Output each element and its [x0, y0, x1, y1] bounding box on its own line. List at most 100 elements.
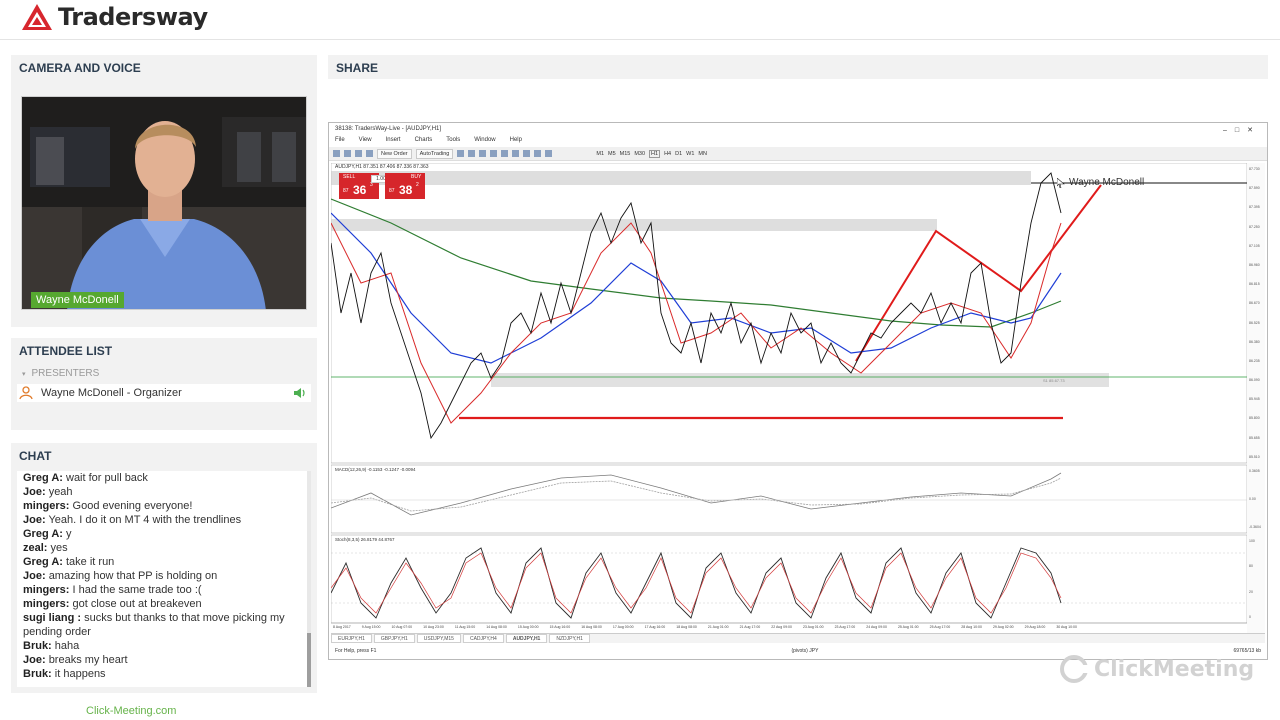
- time-tick: 29 Aug 02:00: [992, 625, 1014, 629]
- navigator-icon[interactable]: [366, 150, 373, 157]
- menu-view[interactable]: View: [359, 137, 372, 147]
- timeframe-h4[interactable]: H4: [664, 151, 671, 157]
- chat-author: sugi liang :: [23, 612, 82, 624]
- presenters-group-label: PRESENTERS: [31, 368, 100, 379]
- sell-prefix: 87: [343, 188, 349, 194]
- chat-author: Bruk:: [23, 668, 52, 680]
- chat-author: mingers:: [23, 500, 70, 512]
- new-chart-icon[interactable]: [333, 150, 340, 157]
- time-tick: 21 Aug 01:00: [707, 625, 729, 629]
- chat-author: Greg A:: [23, 528, 63, 540]
- collapse-triangle-icon[interactable]: ▾: [22, 370, 26, 378]
- chat-scrollbar-thumb[interactable]: [307, 633, 311, 687]
- presenter-video[interactable]: Wayne McDonell: [21, 96, 307, 310]
- timeframe-h1[interactable]: H1: [649, 149, 661, 158]
- price-tick: 87.395: [1249, 205, 1260, 210]
- chart-tab[interactable]: EURJPY,H1: [331, 634, 372, 643]
- tradersway-logo[interactable]: Tradersway: [20, 1, 208, 33]
- menu-help[interactable]: Help: [510, 137, 522, 147]
- new-order-button[interactable]: New Order: [377, 148, 412, 159]
- price-axis: 87.730 87.590 87.395 87.250 87.105 86.96…: [1249, 167, 1265, 459]
- time-tick: 23 Aug 01:00: [802, 625, 824, 629]
- organizer-person-icon: [19, 386, 33, 400]
- chat-text: take it run: [66, 556, 115, 568]
- chart-tab[interactable]: USDJPY,M15: [416, 634, 461, 643]
- attendee-row[interactable]: Wayne McDonell - Organizer: [17, 384, 311, 402]
- candlestick-icon[interactable]: [468, 150, 476, 157]
- mt4-shared-window: 38138: TradersWay-Live - [AUDJPY,H1] –□✕…: [328, 122, 1268, 660]
- chat-message: Joe: breaks my heart: [17, 653, 307, 667]
- close-icon[interactable]: ✕: [1247, 127, 1261, 134]
- chat-text: yeah: [48, 486, 73, 498]
- chat-text: breaks my heart: [48, 654, 128, 666]
- timeframe-mn[interactable]: MN: [698, 151, 707, 157]
- zoom-out-icon[interactable]: [501, 150, 509, 157]
- speaker-volume-icon[interactable]: [293, 387, 307, 399]
- clickmeeting-logo-icon: [1060, 655, 1088, 683]
- menu-charts[interactable]: Charts: [415, 137, 433, 147]
- chat-message: Joe: amazing how that PP is holding on: [17, 569, 307, 583]
- menu-tools[interactable]: Tools: [446, 137, 460, 147]
- tile-windows-icon[interactable]: [512, 150, 520, 157]
- time-tick: 15 Aug 16:00: [549, 625, 571, 629]
- time-tick: 9 Aug 15:00: [361, 625, 381, 629]
- chart-tab[interactable]: GBPJPY,H1: [373, 634, 415, 643]
- time-tick: 23 Aug 17:00: [834, 625, 856, 629]
- chat-message: Greg A: take it run: [17, 555, 307, 569]
- camera-panel: CAMERA AND VOICE Wayne McDonell: [11, 55, 317, 327]
- timeframe-d1[interactable]: D1: [675, 151, 682, 157]
- mt4-window-title: 38138: TradersWay-Live - [AUDJPY,H1]: [335, 126, 442, 132]
- price-tick: 87.250: [1249, 224, 1260, 229]
- share-panel-title: SHARE: [336, 61, 379, 75]
- price-tick: 86.380: [1249, 339, 1260, 344]
- menu-window[interactable]: Window: [474, 137, 495, 147]
- chart-tab-active[interactable]: AUDJPY,H1: [505, 634, 548, 643]
- chat-messages[interactable]: Greg A: wait for pull back Joe: yeah min…: [17, 471, 307, 687]
- menu-insert[interactable]: Insert: [386, 137, 401, 147]
- timeframe-m1[interactable]: M1: [596, 151, 604, 157]
- time-tick: 10 Aug 07:00: [391, 625, 413, 629]
- chart-tab[interactable]: NZDJPY,H1: [549, 634, 590, 643]
- attendee-panel-title: ATTENDEE LIST: [19, 344, 113, 358]
- presenters-group[interactable]: ▾ PRESENTERS: [22, 368, 317, 379]
- price-chart[interactable]: AUDJPY,H1 87.351 87.406 87.336 87.363 SE…: [330, 162, 1265, 633]
- line-chart-icon[interactable]: [479, 150, 487, 157]
- timeframe-w1[interactable]: W1: [686, 151, 694, 157]
- zoom-in-icon[interactable]: [490, 150, 498, 157]
- time-tick: 17 Aug 00:00: [612, 625, 634, 629]
- sell-label: SELL: [343, 174, 356, 180]
- status-traffic: 69765/13 kb: [1233, 648, 1261, 654]
- trendline-icon[interactable]: [534, 150, 542, 157]
- time-tick: 21 Aug 17:00: [739, 625, 761, 629]
- chart-header-label: AUDJPY,H1 87.351 87.406 87.336 87.363: [335, 164, 429, 170]
- chat-author: mingers:: [23, 584, 70, 596]
- chat-text: haha: [54, 640, 80, 652]
- stoch-tick: 100: [1249, 539, 1255, 543]
- timeframe-m15[interactable]: M15: [620, 151, 631, 157]
- minimize-icon[interactable]: –: [1223, 127, 1235, 134]
- chat-message: Bruk: haha: [17, 639, 307, 653]
- crosshair-icon[interactable]: [523, 150, 531, 157]
- time-tick: 25 Aug 17:00: [929, 625, 951, 629]
- chart-tab[interactable]: CADJPY,H4: [462, 634, 504, 643]
- chat-panel-title: CHAT: [19, 449, 52, 463]
- chat-text: Good evening everyone!: [72, 500, 193, 512]
- profiles-icon[interactable]: [344, 150, 351, 157]
- status-profile: (pivots) JPY: [791, 648, 819, 654]
- text-tool-icon[interactable]: [545, 150, 553, 157]
- market-watch-icon[interactable]: [355, 150, 362, 157]
- menu-file[interactable]: File: [335, 137, 345, 147]
- chat-author: zeal:: [23, 542, 48, 554]
- stoch-tick: 20: [1249, 589, 1253, 594]
- chat-scrollbar[interactable]: [307, 471, 311, 687]
- bar-chart-icon[interactable]: [457, 150, 465, 157]
- buy-button[interactable]: BUY 87 38 2: [385, 173, 425, 199]
- timeframe-m5[interactable]: M5: [608, 151, 616, 157]
- one-click-trade-panel[interactable]: SELL 87 36 3 1.00 BUY 87 38 2: [339, 173, 425, 199]
- clickmeeting-link[interactable]: Click-Meeting.com: [86, 705, 176, 717]
- time-tick: 25 Aug 01:00: [897, 625, 919, 629]
- timeframe-m30[interactable]: M30: [634, 151, 645, 157]
- time-tick: 24 Aug 09:00: [866, 625, 887, 629]
- autotrading-button[interactable]: AutoTrading: [415, 148, 454, 159]
- maximize-icon[interactable]: □: [1235, 127, 1247, 134]
